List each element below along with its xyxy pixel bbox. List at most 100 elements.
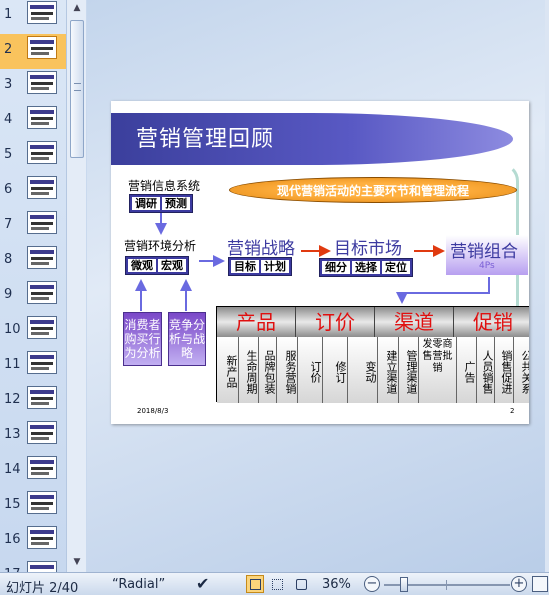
slide-number: 2 (510, 407, 515, 415)
slide-thumbnail[interactable]: 7 (0, 209, 72, 244)
slide-show-button[interactable] (292, 575, 310, 593)
scroll-up-icon[interactable]: ▲ (70, 2, 84, 14)
slide-title[interactable]: 营销管理回顾 (136, 121, 274, 153)
thumbnail-preview (27, 491, 57, 514)
slide-thumbnail[interactable]: 8 (0, 244, 72, 279)
slide-thumbnail[interactable]: 9 (0, 279, 72, 314)
slide-thumbnail[interactable]: 1 (0, 0, 72, 34)
zoom-level[interactable]: 36% (322, 577, 351, 592)
info-system-label: 营销信息系统 (128, 179, 201, 193)
thumbnail-number: 1 (4, 7, 13, 22)
slide-thumbnail[interactable]: 5 (0, 139, 72, 174)
thumbnail-preview (27, 211, 57, 234)
slide-sorter-button[interactable] (268, 575, 286, 593)
header-price: 订价 (296, 307, 375, 337)
chip-forecast: 预测 (162, 197, 190, 210)
table-cell: 订价 (298, 337, 323, 403)
normal-view-button[interactable] (246, 575, 264, 593)
thumbnail-preview (27, 421, 57, 444)
table-cell: 广告 (457, 337, 477, 403)
thumbnail-number: 15 (4, 497, 21, 512)
theme-name: “Radial” (112, 577, 166, 592)
strategy-chips: 目标 计划 (228, 257, 292, 276)
info-system-chips: 调研 预测 (129, 194, 193, 213)
thumbnail-number: 12 (4, 392, 21, 407)
thumbnail-scrollbar[interactable]: ▲ ▼ (66, 0, 86, 572)
slide-thumbnail[interactable]: 6 (0, 174, 72, 209)
powerpoint-window: 1234567891011121314151617 ▲ ▼ 营销管理回顾 现代营… (0, 0, 549, 595)
table-cell: 品牌包装 (259, 337, 277, 403)
thumbnail-preview (27, 71, 57, 94)
table-cell: 人员销售 (477, 337, 495, 403)
grid-icon (272, 579, 283, 590)
thumbnail-number: 7 (4, 217, 13, 232)
thumbnail-number: 3 (4, 77, 13, 92)
four-ps-table[interactable]: 产品 订价 渠道 促销 新产品 生命周期 品牌包装 服务营销 订价 修订 变动 … (216, 306, 529, 403)
slide-thumbnail[interactable]: 2 (0, 34, 72, 69)
thumbnail-number: 8 (4, 252, 13, 267)
thumbnail-number: 13 (4, 427, 21, 442)
slide-thumbnail-pane: 1234567891011121314151617 (0, 0, 72, 584)
thumbnail-number: 9 (4, 287, 13, 302)
slide-thumbnail[interactable]: 13 (0, 419, 72, 454)
slide-canvas[interactable]: 营销管理回顾 现代营销活动的主要环节和管理流程 营销信息系统 调研 预测 营销环… (111, 101, 529, 424)
thumbnail-number: 14 (4, 462, 21, 477)
header-product: 产品 (217, 307, 296, 337)
env-analysis-label: 营销环境分析 (124, 239, 197, 253)
table-cell: 公共关系 (514, 337, 529, 403)
thumbnail-number: 2 (4, 42, 13, 57)
thumbnail-preview (27, 141, 57, 164)
process-oval[interactable]: 现代营销活动的主要环节和管理流程 (229, 177, 517, 203)
oval-text: 现代营销活动的主要环节和管理流程 (276, 183, 469, 198)
consumer-behavior-box: 消费者购买行为分析 (123, 312, 162, 366)
thumbnail-preview (27, 526, 57, 549)
spell-check-icon[interactable]: ✔ (196, 574, 209, 593)
thumbnail-number: 4 (4, 112, 13, 127)
slide-thumbnail[interactable]: 10 (0, 314, 72, 349)
strategy-label: 营销战略 (227, 239, 295, 259)
status-bar: 幻灯片 2/40 “Radial” ✔ 36% − + (0, 572, 549, 595)
thumbnail-preview (27, 456, 57, 479)
zoom-center-tick (446, 580, 447, 590)
thumbnail-preview (27, 386, 57, 409)
slide-thumbnail[interactable]: 12 (0, 384, 72, 419)
target-market-label: 目标市场 (334, 239, 402, 259)
env-analysis-chips: 微观 宏观 (125, 256, 189, 275)
zoom-in-button[interactable]: + (511, 576, 527, 592)
header-promotion: 促销 (454, 307, 529, 337)
table-body-row: 新产品 生命周期 品牌包装 服务营销 订价 修订 变动 建立渠道 管理渠道 发零… (217, 337, 529, 403)
editor-scrollbar[interactable] (545, 0, 549, 572)
fit-to-window-button[interactable] (532, 576, 548, 592)
slide-thumbnail[interactable]: 4 (0, 104, 72, 139)
scroll-down-icon[interactable]: ▼ (70, 556, 84, 568)
thumbnail-preview (27, 176, 57, 199)
scrollbar-thumb[interactable] (70, 20, 84, 158)
table-cell: 管理渠道 (399, 337, 419, 403)
chip-select: 选择 (352, 261, 380, 274)
four-ps-label: 4Ps (479, 261, 495, 271)
slide-thumbnail[interactable]: 11 (0, 349, 72, 384)
thumbnail-number: 11 (4, 357, 21, 372)
chip-macro: 宏观 (158, 259, 186, 272)
table-header-row: 产品 订价 渠道 促销 (217, 307, 529, 337)
thumbnail-preview (27, 281, 57, 304)
zoom-slider-thumb[interactable] (400, 577, 408, 592)
thumbnail-number: 6 (4, 182, 13, 197)
marketing-mix-label: 营销组合 (450, 242, 518, 262)
slide-thumbnail[interactable]: 14 (0, 454, 72, 489)
competition-text: 竞争分析与战略 (169, 318, 206, 360)
zoom-out-button[interactable]: − (364, 576, 380, 592)
table-cell: 生命周期 (239, 337, 259, 403)
target-market-chips: 细分 选择 定位 (319, 258, 413, 277)
table-cell: 销售促进 (495, 337, 514, 403)
table-cell: 修订 (323, 337, 348, 403)
chip-position: 定位 (382, 261, 410, 274)
slide-thumbnail[interactable]: 15 (0, 489, 72, 524)
thumbnail-preview (27, 351, 57, 374)
chip-micro: 微观 (128, 259, 156, 272)
projector-icon (296, 579, 307, 590)
slide-thumbnail[interactable]: 16 (0, 524, 72, 559)
slide-date: 2018/8/3 (137, 407, 169, 415)
slide-thumbnail[interactable]: 3 (0, 69, 72, 104)
chip-target: 目标 (231, 260, 259, 273)
